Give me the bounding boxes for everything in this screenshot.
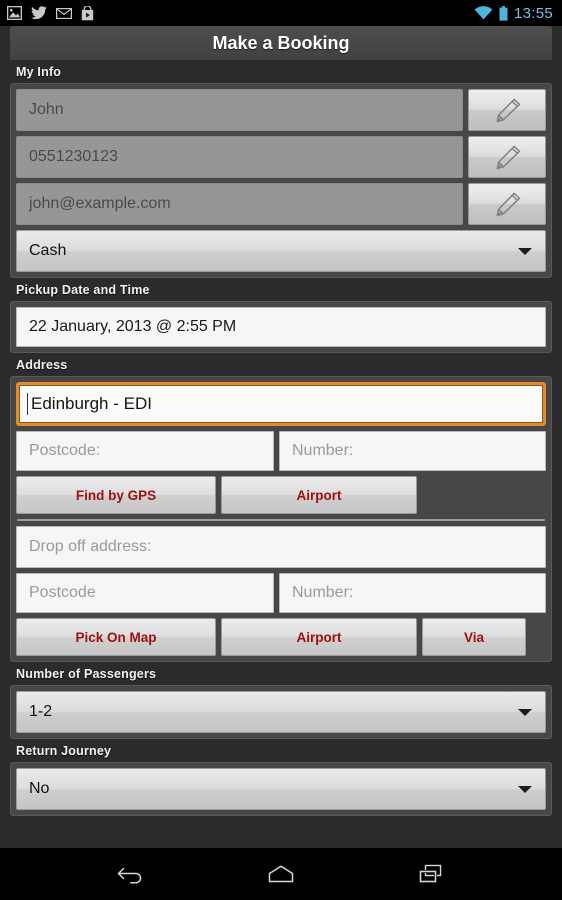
name-row: John (16, 89, 546, 131)
pencil-icon (496, 98, 521, 123)
play-store-icon (81, 5, 94, 20)
wifi-icon (474, 6, 493, 20)
return-journey-group: No (10, 762, 552, 816)
status-bar-system-icons: 13:55 (474, 5, 562, 22)
find-by-gps-button[interactable]: Find by GPS (16, 476, 216, 514)
page-title: Make a Booking (212, 32, 350, 53)
android-navigation-bar (0, 848, 562, 900)
twitter-icon (31, 6, 47, 20)
back-arrow-icon (117, 867, 142, 884)
payment-method-value: Cash (29, 242, 67, 259)
nav-home-button[interactable] (258, 856, 304, 892)
pickup-address-value: Edinburgh - EDI (31, 394, 152, 413)
pencil-icon (496, 145, 521, 170)
pick-on-map-button[interactable]: Pick On Map (16, 618, 216, 656)
email-field: john@example.com (16, 183, 463, 225)
form-scroll-container[interactable]: My Info John 0551230123 john@example.com… (0, 60, 562, 848)
chevron-down-icon (518, 786, 532, 793)
return-journey-value: No (29, 780, 50, 797)
pickup-airport-button[interactable]: Airport (221, 476, 417, 514)
status-bar-notification-icons (0, 5, 94, 21)
phone-row: 0551230123 (16, 136, 546, 178)
edit-phone-button[interactable] (468, 136, 546, 178)
email-row: john@example.com (16, 183, 546, 225)
name-field: John (16, 89, 463, 131)
recents-icon (419, 864, 442, 883)
text-cursor (27, 393, 28, 415)
section-label-return-journey: Return Journey (16, 744, 112, 758)
battery-icon (499, 5, 508, 21)
datetime-row: 22 January, 2013 @ 2:55 PM (16, 307, 546, 347)
dropoff-address-row: Drop off address: (16, 526, 546, 568)
pickup-datetime-field[interactable]: 22 January, 2013 @ 2:55 PM (16, 307, 546, 347)
dropoff-number-input[interactable]: Number: (279, 573, 546, 613)
pickup-datetime-group: 22 January, 2013 @ 2:55 PM (10, 301, 552, 353)
pickup-postcode-input[interactable]: Postcode: (16, 431, 274, 471)
dropoff-buttons-row: Pick On Map Airport Via (16, 618, 546, 656)
passengers-group: 1-2 (10, 685, 552, 739)
via-button[interactable]: Via (422, 618, 526, 656)
email-icon (56, 7, 72, 19)
phone-screen: 13:55 Make a Booking My Info John 055123… (0, 0, 562, 900)
chevron-down-icon (518, 709, 532, 716)
passengers-dropdown[interactable]: 1-2 (16, 691, 546, 733)
dropoff-postcode-input[interactable]: Postcode (16, 573, 274, 613)
payment-method-dropdown[interactable]: Cash (16, 230, 546, 272)
status-bar-clock: 13:55 (513, 4, 553, 22)
nav-recents-button[interactable] (408, 856, 454, 892)
address-group: Edinburgh - EDI Postcode: Number: Find b… (10, 376, 552, 662)
phone-field: 0551230123 (16, 136, 463, 178)
return-journey-dropdown[interactable]: No (16, 768, 546, 810)
dropoff-address-input[interactable]: Drop off address: (16, 526, 546, 568)
passengers-value: 1-2 (29, 703, 53, 720)
edit-name-button[interactable] (468, 89, 546, 131)
pickup-buttons-row: Find by GPS Airport (16, 476, 546, 514)
status-bar: 13:55 (0, 0, 562, 26)
dropoff-airport-button[interactable]: Airport (221, 618, 417, 656)
chevron-down-icon (518, 248, 532, 255)
dropoff-postcode-number-row: Postcode Number: (16, 573, 546, 613)
section-label-passengers: Number of Passengers (16, 667, 157, 681)
section-label-my-info: My Info (16, 65, 62, 79)
pickup-address-input[interactable]: Edinburgh - EDI (16, 382, 546, 426)
pickup-number-input[interactable]: Number: (279, 431, 546, 471)
photo-icon (7, 6, 22, 20)
passengers-row: 1-2 (16, 691, 546, 733)
pickup-address-row: Edinburgh - EDI (16, 382, 546, 426)
nav-back-button[interactable] (108, 856, 154, 892)
my-info-group: John 0551230123 john@example.com Cash (10, 83, 552, 278)
payment-row: Cash (16, 230, 546, 272)
address-divider (17, 519, 545, 521)
home-icon (268, 865, 294, 883)
section-label-pickup-datetime: Pickup Date and Time (16, 283, 150, 297)
pickup-postcode-number-row: Postcode: Number: (16, 431, 546, 471)
return-journey-row: No (16, 768, 546, 810)
section-label-address: Address (16, 358, 68, 372)
pencil-icon (496, 192, 521, 217)
app-title-bar: Make a Booking (10, 26, 552, 60)
edit-email-button[interactable] (468, 183, 546, 225)
